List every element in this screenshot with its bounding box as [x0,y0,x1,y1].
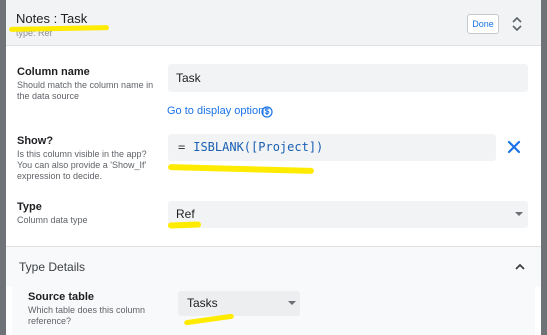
chevron-up-icon[interactable] [514,261,526,273]
close-icon[interactable] [507,140,521,154]
show-label-group: Show? Is this column visible in the app?… [17,135,157,182]
source-table-label-group: Source table Which table does this colum… [28,291,178,327]
column-editor-panel: Notes : Task type: Ref Done Column name … [6,0,541,335]
highlight-expression [167,164,315,174]
show-description: Is this column visible in the app? You c… [17,149,147,181]
type-select[interactable]: Ref [168,201,528,228]
show-if-expression: ISBLANK([Project]) [193,140,324,154]
type-dropdown-arrow-icon [515,212,523,216]
type-details-title: Type Details [19,260,86,274]
panel-title: Notes : Task [16,11,88,26]
show-if-expression-field[interactable]: = ISBLANK([Project]) [168,134,496,161]
type-label: Type [17,201,42,213]
source-table-label: Source table [28,291,95,303]
expression-equals-sign: = [178,140,186,154]
done-button[interactable]: Done [467,14,499,34]
source-table-select[interactable]: Tasks [178,291,300,316]
column-name-label: Column name [17,66,90,78]
display-options-link[interactable]: Go to display options [167,105,270,117]
source-table-value: Tasks [187,296,218,310]
source-table-dropdown-arrow-icon [288,301,296,305]
type-details-header[interactable]: Type Details [6,247,541,287]
show-label: Show? [17,135,54,147]
panel-header: Notes : Task type: Ref Done [6,0,541,46]
highlight-type [167,221,202,229]
backdrop-right [541,0,547,335]
info-icon[interactable] [261,106,273,118]
column-name-input[interactable]: Task [168,64,528,92]
unfold-more-icon[interactable] [510,15,524,33]
column-name-description: Should match the column name in the data… [17,80,154,101]
type-label-group: Type Column data type [17,201,157,226]
type-select-value: Ref [176,207,195,221]
type-details-body: Source table Which table does this colum… [12,287,535,335]
source-table-description: Which table does this column reference? [28,305,146,326]
type-description: Column data type [17,215,88,225]
column-name-label-group: Column name Should match the column name… [17,66,157,102]
